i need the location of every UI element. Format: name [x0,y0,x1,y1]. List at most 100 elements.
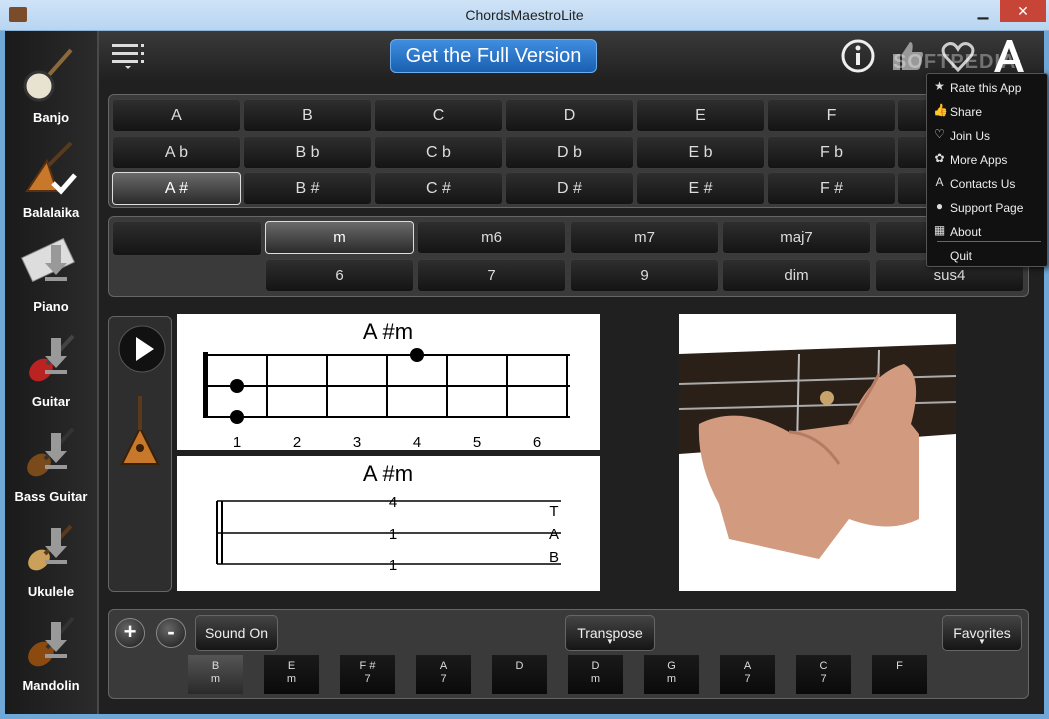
sidebar-item-ukulele[interactable]: Ukulele [5,512,97,604]
note-button[interactable] [897,172,929,205]
favorite-chord-button[interactable]: Dm [568,655,623,694]
chord-type-button[interactable]: dim [722,259,871,292]
add-favorite-button[interactable]: + [115,618,145,648]
finger-dot [230,379,244,393]
menu-icon[interactable] [112,42,146,70]
note-button[interactable]: F # [767,172,896,205]
favorite-chord-button[interactable]: F [872,655,927,694]
favorites-button[interactable]: Favorites ▼ [942,615,1022,651]
note-button[interactable]: C b [374,136,503,169]
menu-item-rate-this-app[interactable]: ★ Rate this App [927,75,1047,99]
note-button[interactable]: E b [636,136,765,169]
chord-type-button[interactable]: 7 [417,259,566,292]
favorite-chord-button[interactable]: Gm [644,655,699,694]
favorite-chord-button[interactable]: F #7 [340,655,395,694]
chord-type-button[interactable]: maj7 [722,221,871,254]
note-button[interactable]: C # [374,172,503,205]
note-button[interactable]: E # [636,172,765,205]
ukulele-icon [28,524,73,571]
menu-item-more-apps[interactable]: ✿ More Apps [927,147,1047,171]
finger-dot [410,348,424,362]
sidebar-item-balalaika[interactable]: Balalaika [5,133,97,225]
chord-type-button[interactable]: m [265,221,414,254]
menu-item-contacts-us[interactable]: A Contacts Us [927,171,1047,195]
tab-value: 1 [389,557,397,574]
favorite-chord-root: C [819,660,828,672]
note-button[interactable] [897,136,929,169]
note-button[interactable]: F [767,99,896,132]
favorite-chord-button[interactable]: Bm [188,655,243,694]
chevron-down-icon: ▼ [978,637,986,646]
favorite-chord-type: m [286,673,297,685]
sidebar-item-banjo[interactable]: Banjo [5,38,97,130]
menu-item-label: More Apps [950,153,1008,167]
sidebar-item-mandolin[interactable]: Mandolin [5,606,97,698]
note-button[interactable]: C [374,99,503,132]
piano-icon [21,237,76,283]
menu-item-quit[interactable]: Quit [927,243,1047,267]
favorite-chord-button[interactable]: Em [264,655,319,694]
favorite-chord-type: m [590,673,601,685]
favorite-chord-root: A [743,660,752,672]
favorite-chord-type: 7 [744,673,751,685]
menu-item-label: Join Us [950,129,991,143]
banjo-icon [23,48,73,102]
favorite-chord-root: B [211,660,220,672]
minimize-button[interactable]: ▁ [968,0,998,22]
mandolin-icon [28,616,75,667]
sidebar-item-label: Mandolin [22,678,80,693]
note-button[interactable]: D # [505,172,634,205]
fret-number: 6 [533,434,541,450]
menu-item-join-us[interactable]: ♡ Join Us [927,123,1047,147]
chord-type-major-button[interactable] [112,221,262,256]
support-icon: ● [935,199,944,213]
note-button[interactable]: F b [767,136,896,169]
options-menu: ★ Rate this App 👍 Share ♡ Join Us ✿ More Apps A C… [926,73,1048,267]
note-button[interactable]: B [243,99,372,132]
note-button[interactable]: A [112,99,241,132]
guitar-icon [29,334,75,382]
note-button[interactable]: D [505,99,634,132]
sidebar-item-label: Piano [33,299,69,314]
sidebar-item-guitar[interactable]: Guitar [5,322,97,414]
menu-item-label: Share [950,105,983,119]
favorite-chord-type: 7 [364,673,371,685]
chord-type-button[interactable]: m7 [570,221,719,254]
play-icon[interactable] [118,325,166,373]
info-icon[interactable] [840,38,876,74]
favorite-chord-button[interactable]: A7 [416,655,471,694]
favorite-chord-button[interactable]: D [492,655,547,694]
menu-item-label: About [950,225,982,239]
tab-value: 4 [389,494,397,511]
favorite-chord-button[interactable]: C7 [796,655,851,694]
get-full-version-button[interactable]: Get the Full Version [390,39,597,73]
menu-item-share[interactable]: 👍 Share [927,99,1047,123]
about-icon: ▦ [933,223,946,237]
chord-type-button[interactable]: 6 [265,259,414,292]
note-button[interactable]: B b [243,136,372,169]
note-button[interactable]: D b [505,136,634,169]
chord-type-button[interactable]: m6 [417,221,566,254]
note-button[interactable]: A b [112,136,241,169]
chord-type-button[interactable]: 9 [570,259,719,292]
note-button[interactable]: A # [112,172,241,205]
menu-divider [937,241,1041,242]
sidebar-item-piano[interactable]: Piano [5,227,97,319]
note-button[interactable]: E [636,99,765,132]
transpose-button[interactable]: Transpose ▼ [565,615,655,651]
menu-item-about[interactable]: ▦ About [927,219,1047,243]
fretboard-diagram: A #m 1 2 3 4 5 6 [177,314,600,451]
thumbs-up-icon: 👍 [933,103,948,117]
remove-favorite-button[interactable]: - [156,618,186,648]
tab-letter: T [549,503,558,520]
menu-item-support-page[interactable]: ● Support Page [927,195,1047,219]
favorite-chord-button[interactable]: A7 [720,655,775,694]
sound-toggle-button[interactable]: Sound On [195,615,278,651]
sidebar-item-bass-guitar[interactable]: Bass Guitar [5,417,97,509]
softpedia-watermark: SOFTPEDIA [893,51,1017,73]
note-button[interactable] [897,99,929,132]
hand-position-photo [678,314,957,591]
note-button[interactable]: B # [243,172,372,205]
favorite-chord-root: D [515,660,524,672]
close-button[interactable]: ✕ [1000,0,1046,22]
